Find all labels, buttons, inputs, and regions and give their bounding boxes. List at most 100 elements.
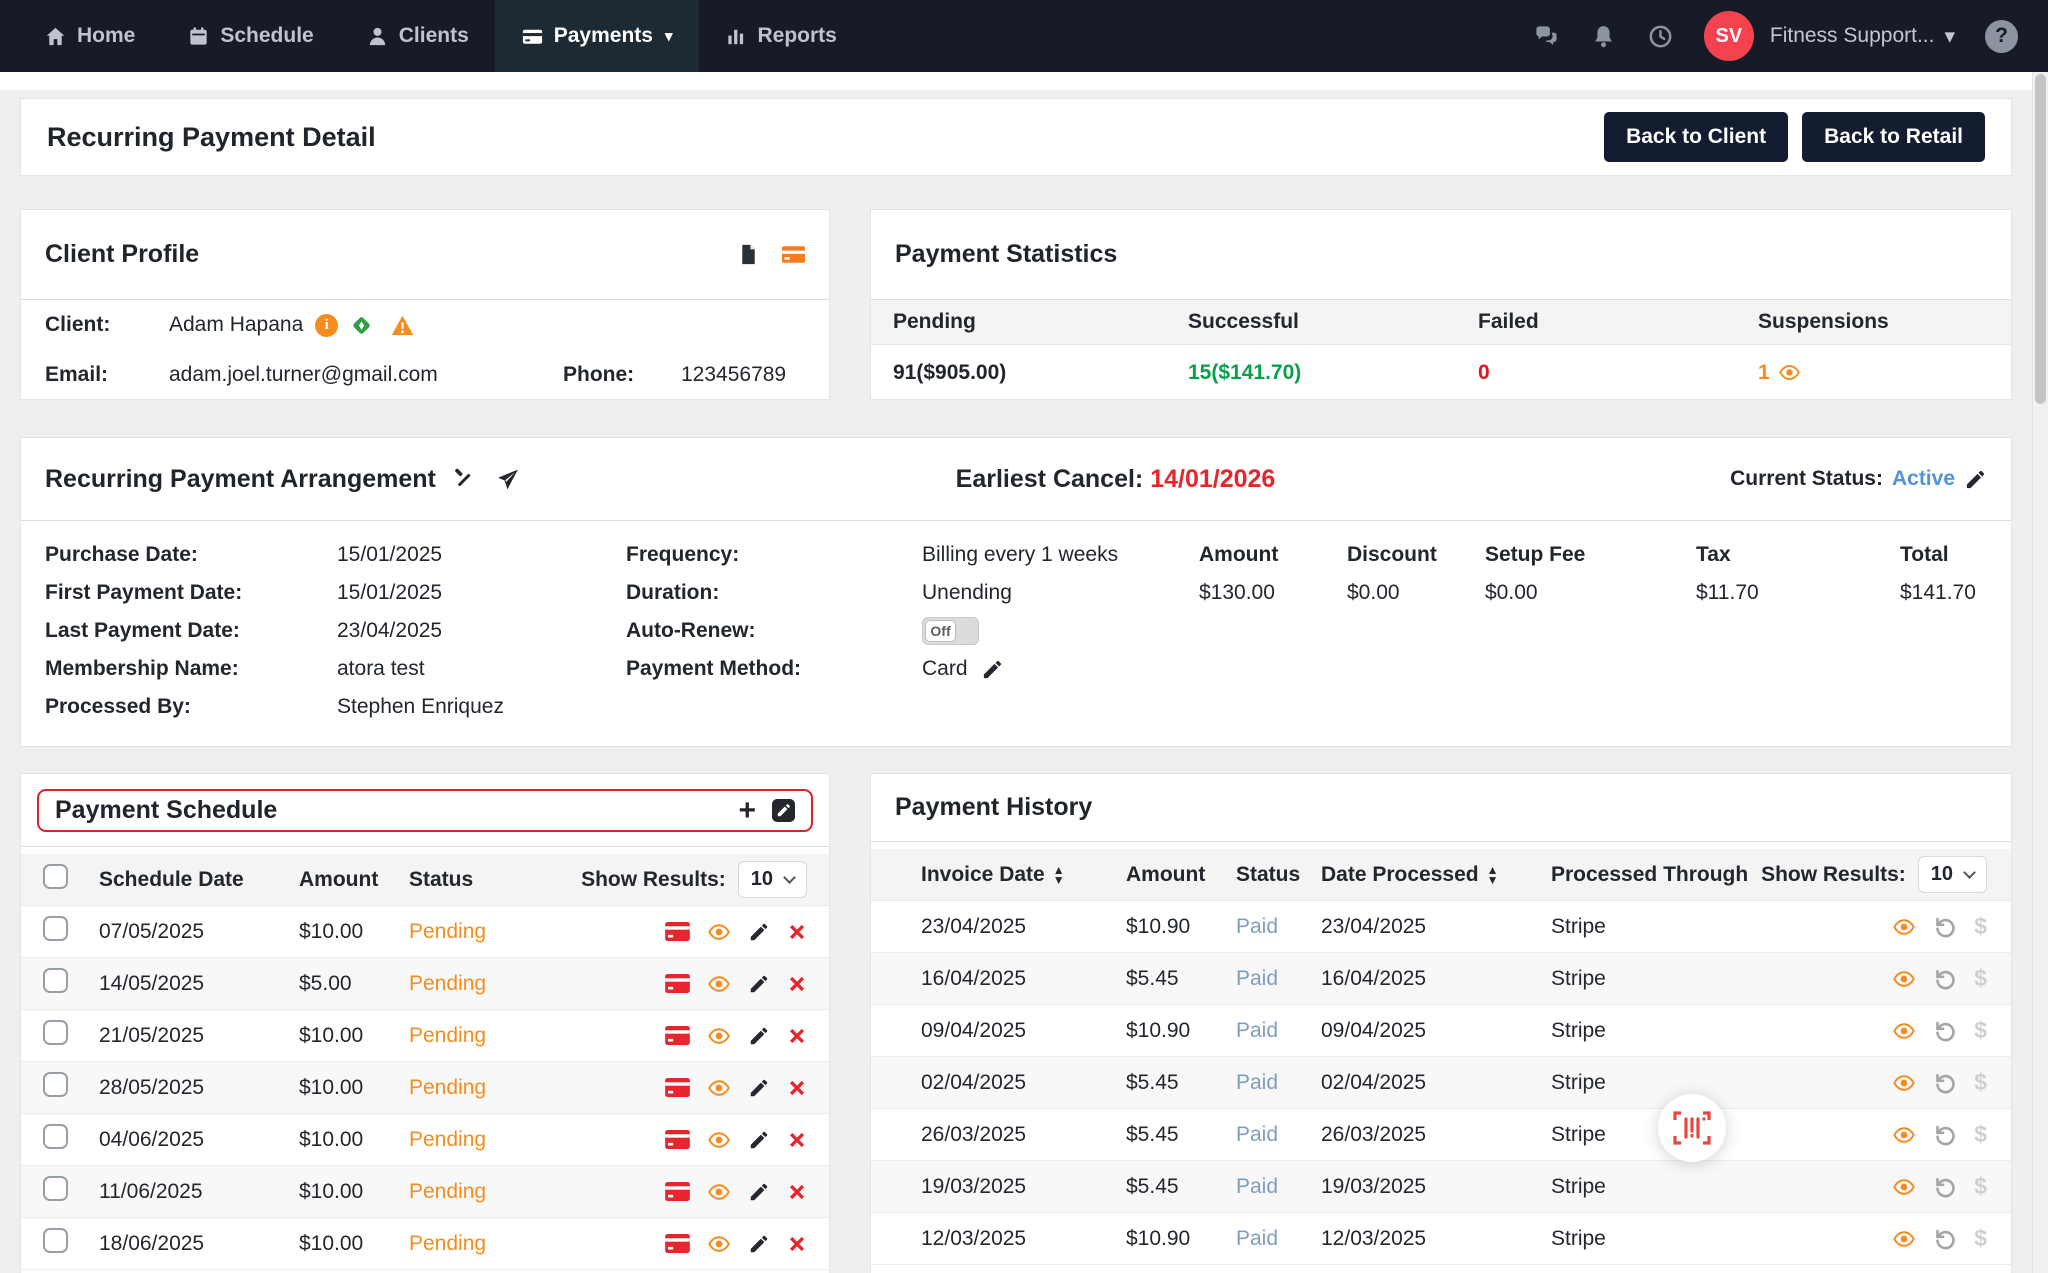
retry-icon[interactable] (1933, 1123, 1957, 1147)
nav-item-clients[interactable]: Clients (340, 0, 495, 72)
charge-icon[interactable]: $ (1974, 1121, 1987, 1148)
view-icon[interactable] (707, 1076, 731, 1100)
nav-item-home[interactable]: Home (18, 0, 161, 72)
edit-status-icon[interactable] (1964, 468, 1987, 491)
edit-icon[interactable] (748, 973, 770, 995)
back-to-retail-button[interactable]: Back to Retail (1802, 112, 1985, 162)
charge-card-icon[interactable] (665, 1078, 690, 1097)
help-icon[interactable]: ? (1985, 20, 2018, 53)
schedule-status: Pending (409, 1024, 665, 1048)
edit-icon[interactable] (748, 1233, 770, 1255)
setup-fee-value: $0.00 (1485, 581, 1696, 605)
view-icon[interactable] (1892, 1175, 1916, 1199)
row-checkbox[interactable] (43, 1020, 68, 1045)
show-results-select[interactable]: 10 (1918, 856, 1987, 893)
charge-card-icon[interactable] (665, 1026, 690, 1045)
sort-date-processed[interactable]: Date Processed ▲▼ (1321, 863, 1551, 887)
barcode-scan-button[interactable] (1658, 1094, 1726, 1162)
auto-renew-toggle[interactable]: Off (922, 617, 979, 645)
retry-icon[interactable] (1933, 1071, 1957, 1095)
delete-icon[interactable] (787, 1026, 807, 1046)
info-icon[interactable]: i (315, 314, 338, 337)
view-icon[interactable] (1892, 1123, 1916, 1147)
row-checkbox[interactable] (43, 1072, 68, 1097)
stat-col-failed: Failed (1478, 310, 1758, 334)
view-suspensions-eye-icon[interactable] (1778, 361, 1801, 384)
delete-icon[interactable] (787, 1078, 807, 1098)
client-payment-card-icon[interactable] (782, 243, 805, 266)
edit-schedule-icon[interactable] (772, 799, 795, 822)
edit-payment-method-icon[interactable] (981, 658, 1004, 681)
charge-icon[interactable]: $ (1974, 1017, 1987, 1044)
row-checkbox[interactable] (43, 916, 68, 941)
view-icon[interactable] (1892, 1227, 1916, 1251)
notifications-bell-icon[interactable] (1590, 23, 1617, 50)
delete-icon[interactable] (787, 922, 807, 942)
delete-icon[interactable] (787, 1234, 807, 1254)
charge-card-icon[interactable] (665, 974, 690, 993)
add-schedule-icon[interactable]: + (738, 799, 756, 823)
client-notes-file-icon[interactable] (737, 243, 760, 266)
show-results-select[interactable]: 10 (738, 861, 807, 898)
tools-icon[interactable] (452, 467, 477, 492)
delete-icon[interactable] (787, 1182, 807, 1202)
retry-icon[interactable] (1933, 915, 1957, 939)
charge-card-icon[interactable] (665, 1130, 690, 1149)
back-to-client-button[interactable]: Back to Client (1604, 112, 1788, 162)
schedule-status: Pending (409, 1232, 665, 1256)
nav-item-reports[interactable]: Reports (699, 0, 863, 72)
row-checkbox[interactable] (43, 1176, 68, 1201)
select-all-checkbox[interactable] (43, 864, 68, 889)
scrollbar-thumb[interactable] (2035, 74, 2046, 404)
nav-item-payments[interactable]: Payments ▾ (495, 0, 699, 72)
green-badge-icon[interactable] (350, 314, 373, 337)
date-processed: 26/03/2025 (1321, 1123, 1551, 1147)
schedule-amount: $10.00 (299, 1024, 409, 1048)
send-icon[interactable] (495, 467, 520, 492)
view-icon[interactable] (1892, 1071, 1916, 1095)
edit-icon[interactable] (748, 921, 770, 943)
edit-icon[interactable] (748, 1025, 770, 1047)
edit-icon[interactable] (748, 1077, 770, 1099)
view-icon[interactable] (1892, 915, 1916, 939)
delete-icon[interactable] (787, 974, 807, 994)
duration: Unending (922, 581, 1118, 605)
vertical-scrollbar[interactable] (2032, 72, 2048, 1273)
view-icon[interactable] (707, 1180, 731, 1204)
charge-icon[interactable]: $ (1974, 965, 1987, 992)
row-checkbox[interactable] (43, 1124, 68, 1149)
chat-icon[interactable] (1533, 23, 1560, 50)
charge-card-icon[interactable] (665, 1182, 690, 1201)
retry-icon[interactable] (1933, 967, 1957, 991)
retry-icon[interactable] (1933, 1227, 1957, 1251)
view-icon[interactable] (1892, 1019, 1916, 1043)
delete-icon[interactable] (787, 1130, 807, 1150)
view-icon[interactable] (707, 1128, 731, 1152)
view-icon[interactable] (707, 1232, 731, 1256)
frequency: Billing every 1 weeks (922, 543, 1118, 567)
account-dropdown[interactable]: Fitness Support... ▾ (1770, 24, 1955, 49)
view-icon[interactable] (707, 972, 731, 996)
processed-through: Stripe (1551, 915, 1892, 939)
charge-icon[interactable]: $ (1974, 1069, 1987, 1096)
row-checkbox[interactable] (43, 968, 68, 993)
retry-icon[interactable] (1933, 1019, 1957, 1043)
arrangement-left-fields: Purchase Date:15/01/2025 First Payment D… (45, 536, 504, 726)
view-icon[interactable] (1892, 967, 1916, 991)
edit-icon[interactable] (748, 1129, 770, 1151)
view-icon[interactable] (707, 1024, 731, 1048)
row-checkbox[interactable] (43, 1228, 68, 1253)
charge-card-icon[interactable] (665, 922, 690, 941)
charge-icon[interactable]: $ (1974, 913, 1987, 940)
view-icon[interactable] (707, 920, 731, 944)
sort-invoice-date[interactable]: Invoice Date ▲▼ (921, 863, 1126, 887)
clock-icon[interactable] (1647, 23, 1674, 50)
nav-item-schedule[interactable]: Schedule (161, 0, 339, 72)
retry-icon[interactable] (1933, 1175, 1957, 1199)
warning-icon[interactable] (391, 314, 414, 337)
charge-card-icon[interactable] (665, 1234, 690, 1253)
edit-icon[interactable] (748, 1181, 770, 1203)
charge-icon[interactable]: $ (1974, 1225, 1987, 1252)
charge-icon[interactable]: $ (1974, 1173, 1987, 1200)
avatar[interactable]: SV (1704, 11, 1754, 61)
